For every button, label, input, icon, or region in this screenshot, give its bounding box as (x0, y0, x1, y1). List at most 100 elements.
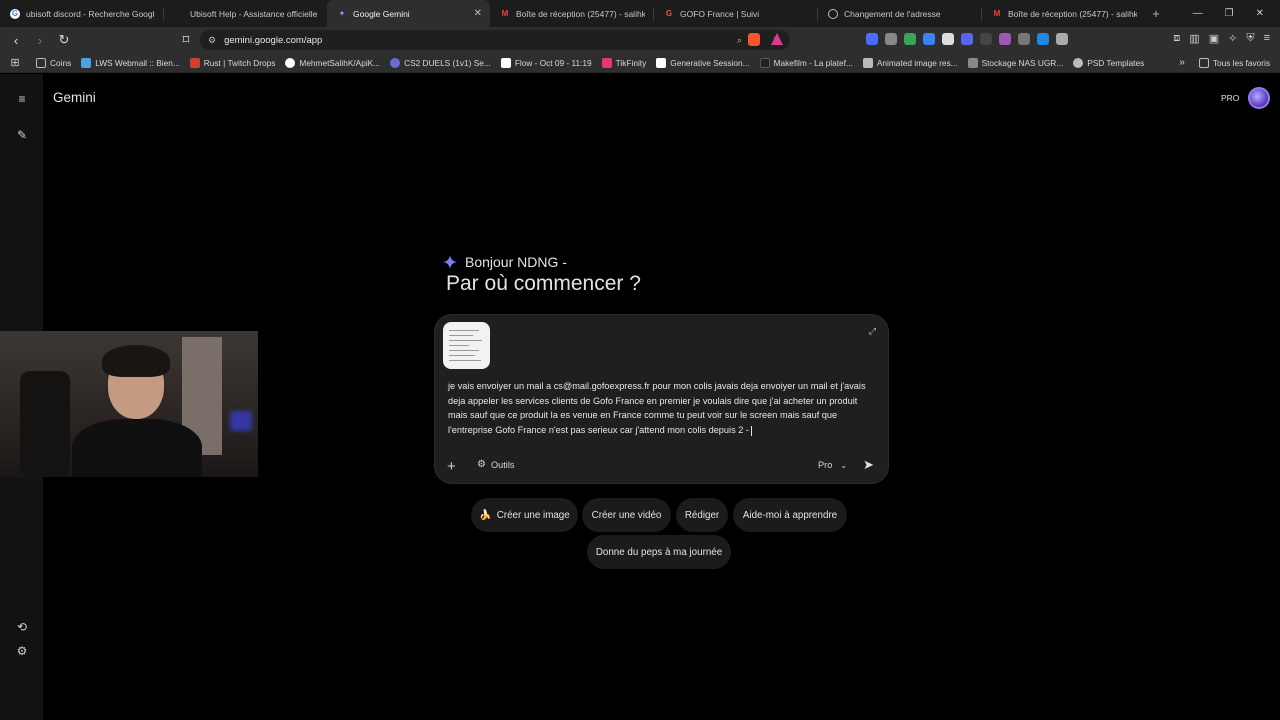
toolbar-right: ⧈ ▥ ▣ ✧ ⛨ ≡ (1173, 32, 1270, 45)
new-tab-button[interactable]: + (1145, 6, 1167, 21)
tab-title: GOFO France | Suivi (680, 8, 760, 19)
send-button[interactable]: ➤ (863, 457, 874, 473)
model-label: Pro (818, 460, 833, 470)
bookmark-github[interactable]: MehmetSalihK/ApiK... (285, 57, 381, 68)
webcam-person-body (72, 419, 202, 477)
pro-badge: PRO (1221, 93, 1240, 103)
chip-boost-my-day[interactable]: Donne du peps à ma journée (587, 535, 731, 569)
bookmark-label: MehmetSalihK/ApiK... (299, 57, 381, 68)
bookmark-flow[interactable]: Flow - Oct 09 - 11:19 (500, 57, 592, 68)
extension-icon[interactable] (923, 33, 935, 45)
folder-icon (1198, 57, 1209, 68)
extension-icon[interactable] (866, 33, 878, 45)
expand-icon[interactable]: ⤢ (869, 326, 876, 337)
hamburger-menu-icon[interactable]: ≡ (15, 92, 29, 106)
address-bar[interactable]: ⚙ gemini.google.com/app ⌕ ⇪ ⧉ (200, 30, 790, 50)
bookmark-lws-webmail[interactable]: LWS Webmail :: Bien... (81, 57, 180, 68)
makefilm-icon (759, 57, 770, 68)
bookmark-tikfinity[interactable]: TikFinity (601, 57, 647, 68)
puzzle-icon[interactable]: ⧈ (1173, 32, 1180, 45)
extension-icon[interactable] (961, 33, 973, 45)
prompt-composer: ⤢ je vais envoiyer un mail a cs@mail.gof… (434, 314, 889, 484)
bookmark-label: TikFinity (615, 57, 647, 68)
tools-button[interactable]: ⚙ Outils (477, 459, 514, 470)
bookmark-generative-session[interactable]: Generative Session... (656, 57, 750, 68)
extension-icon[interactable] (942, 33, 954, 45)
history-icon[interactable]: ⟲ (15, 620, 29, 634)
banana-icon: 🍌 (479, 509, 492, 521)
close-tab-icon[interactable]: ✕ (474, 8, 482, 19)
gofo-icon: G (665, 9, 673, 18)
bookmark-cs2-duels[interactable]: CS2 DUELS (1v1) Se... (390, 57, 491, 68)
reload-icon[interactable]: ↻ (54, 30, 74, 50)
add-attachment-button[interactable]: + (447, 458, 456, 475)
brave-shield-icon[interactable] (748, 33, 760, 46)
tab-ubisoft-help[interactable]: Ubisoft Help - Assistance officielle c (164, 0, 327, 27)
tab-google-search[interactable]: G ubisoft discord - Recherche Google (0, 0, 163, 27)
restore-icon[interactable]: ❐ (1225, 8, 1234, 19)
extension-icon[interactable] (885, 33, 897, 45)
model-selector[interactable]: Pro ⌄ (818, 460, 847, 470)
webcam-chair (20, 371, 70, 477)
extension-icon[interactable] (1018, 33, 1030, 45)
zoom-icon[interactable]: ⌕ (737, 35, 742, 46)
bookmark-label: Generative Session... (670, 57, 750, 68)
extension-icon[interactable] (999, 33, 1011, 45)
chip-label: Créer une image (496, 509, 570, 521)
webcam-person-hair (102, 345, 170, 377)
bookmark-makefilm[interactable]: Makefilm - La platef... (759, 57, 853, 68)
tab-gmail-inbox[interactable]: M Boîte de réception (25477) - salihke (490, 0, 653, 27)
app-title[interactable]: Gemini (53, 90, 96, 105)
google-icon: G (10, 8, 20, 19)
minimize-icon[interactable]: — (1193, 8, 1203, 19)
close-window-icon[interactable]: ✕ (1256, 8, 1264, 19)
tab-gofo-suivi[interactable]: G GOFO France | Suivi (654, 0, 817, 27)
new-chat-icon[interactable]: ✎ (15, 128, 29, 142)
forward-icon[interactable]: › (30, 30, 50, 50)
back-icon[interactable]: ‹ (6, 30, 26, 50)
extension-icon[interactable] (1037, 33, 1049, 45)
wallet-icon[interactable]: ▣ (1209, 32, 1219, 45)
bookmark-icon[interactable]: ⌑ (176, 30, 196, 50)
bookmark-psd-templates[interactable]: PSD Templates (1073, 57, 1144, 68)
text-caret (750, 425, 752, 436)
brave-rewards-icon[interactable] (771, 33, 783, 45)
bookmark-label: LWS Webmail :: Bien... (95, 57, 180, 68)
leo-icon[interactable]: ✧ (1228, 32, 1237, 45)
bookmark-animated-image[interactable]: Animated image res... (862, 57, 958, 68)
extension-icon[interactable] (904, 33, 916, 45)
settings-icon[interactable]: ⚙ (15, 644, 29, 658)
tab-google-gemini[interactable]: ✦ Google Gemini ✕ (327, 0, 490, 27)
prompt-input[interactable]: je vais envoiyer un mail a cs@mail.gofoe… (448, 379, 873, 438)
gmail-icon: M (501, 9, 509, 18)
tools-label: Outils (490, 459, 515, 470)
tab-changement-adresse[interactable]: Changement de l'adresse (818, 0, 981, 27)
chip-write[interactable]: Rédiger (676, 498, 728, 532)
tab-gmail-inbox-2[interactable]: M Boîte de réception (25477) - salihke (982, 0, 1145, 27)
page-title: Par où commencer ? (446, 272, 641, 295)
avatar[interactable] (1248, 87, 1270, 109)
sidebar-icon[interactable]: ▥ (1189, 32, 1199, 45)
site-settings-icon[interactable]: ⚙ (208, 35, 216, 46)
page-icon (500, 57, 511, 68)
tab-title: Ubisoft Help - Assistance officielle c (190, 8, 319, 19)
bookmark-stockage-nas[interactable]: Stockage NAS UGR... (967, 57, 1063, 68)
vpn-icon[interactable]: ⛨ (1246, 32, 1254, 45)
chip-help-me-learn[interactable]: Aide-moi à apprendre (733, 498, 847, 532)
all-bookmarks[interactable]: Tous les favoris (1198, 57, 1270, 68)
extension-icon[interactable] (1056, 33, 1068, 45)
menu-icon[interactable]: ≡ (1264, 32, 1270, 45)
chip-create-image[interactable]: 🍌 Créer une image (471, 498, 578, 532)
chip-create-video[interactable]: Créer une vidéo (582, 498, 671, 532)
prompt-text: je vais envoiyer un mail a cs@mail.gofoe… (448, 381, 866, 436)
bookmark-rust-twitch[interactable]: Rust | Twitch Drops (189, 57, 276, 68)
extension-icon[interactable] (980, 33, 992, 45)
psd-icon (1073, 57, 1084, 68)
chevron-right-icon[interactable]: » (1179, 57, 1185, 68)
attached-image-thumbnail[interactable] (443, 322, 490, 369)
apps-grid-icon[interactable]: ⊞ (2, 56, 28, 69)
bookmark-coins[interactable]: Coins (36, 57, 71, 68)
bookmarks-right: » Tous les favoris (1179, 57, 1270, 68)
bookmark-label: Flow - Oct 09 - 11:19 (514, 57, 592, 68)
bookmark-label: Rust | Twitch Drops (203, 57, 276, 68)
